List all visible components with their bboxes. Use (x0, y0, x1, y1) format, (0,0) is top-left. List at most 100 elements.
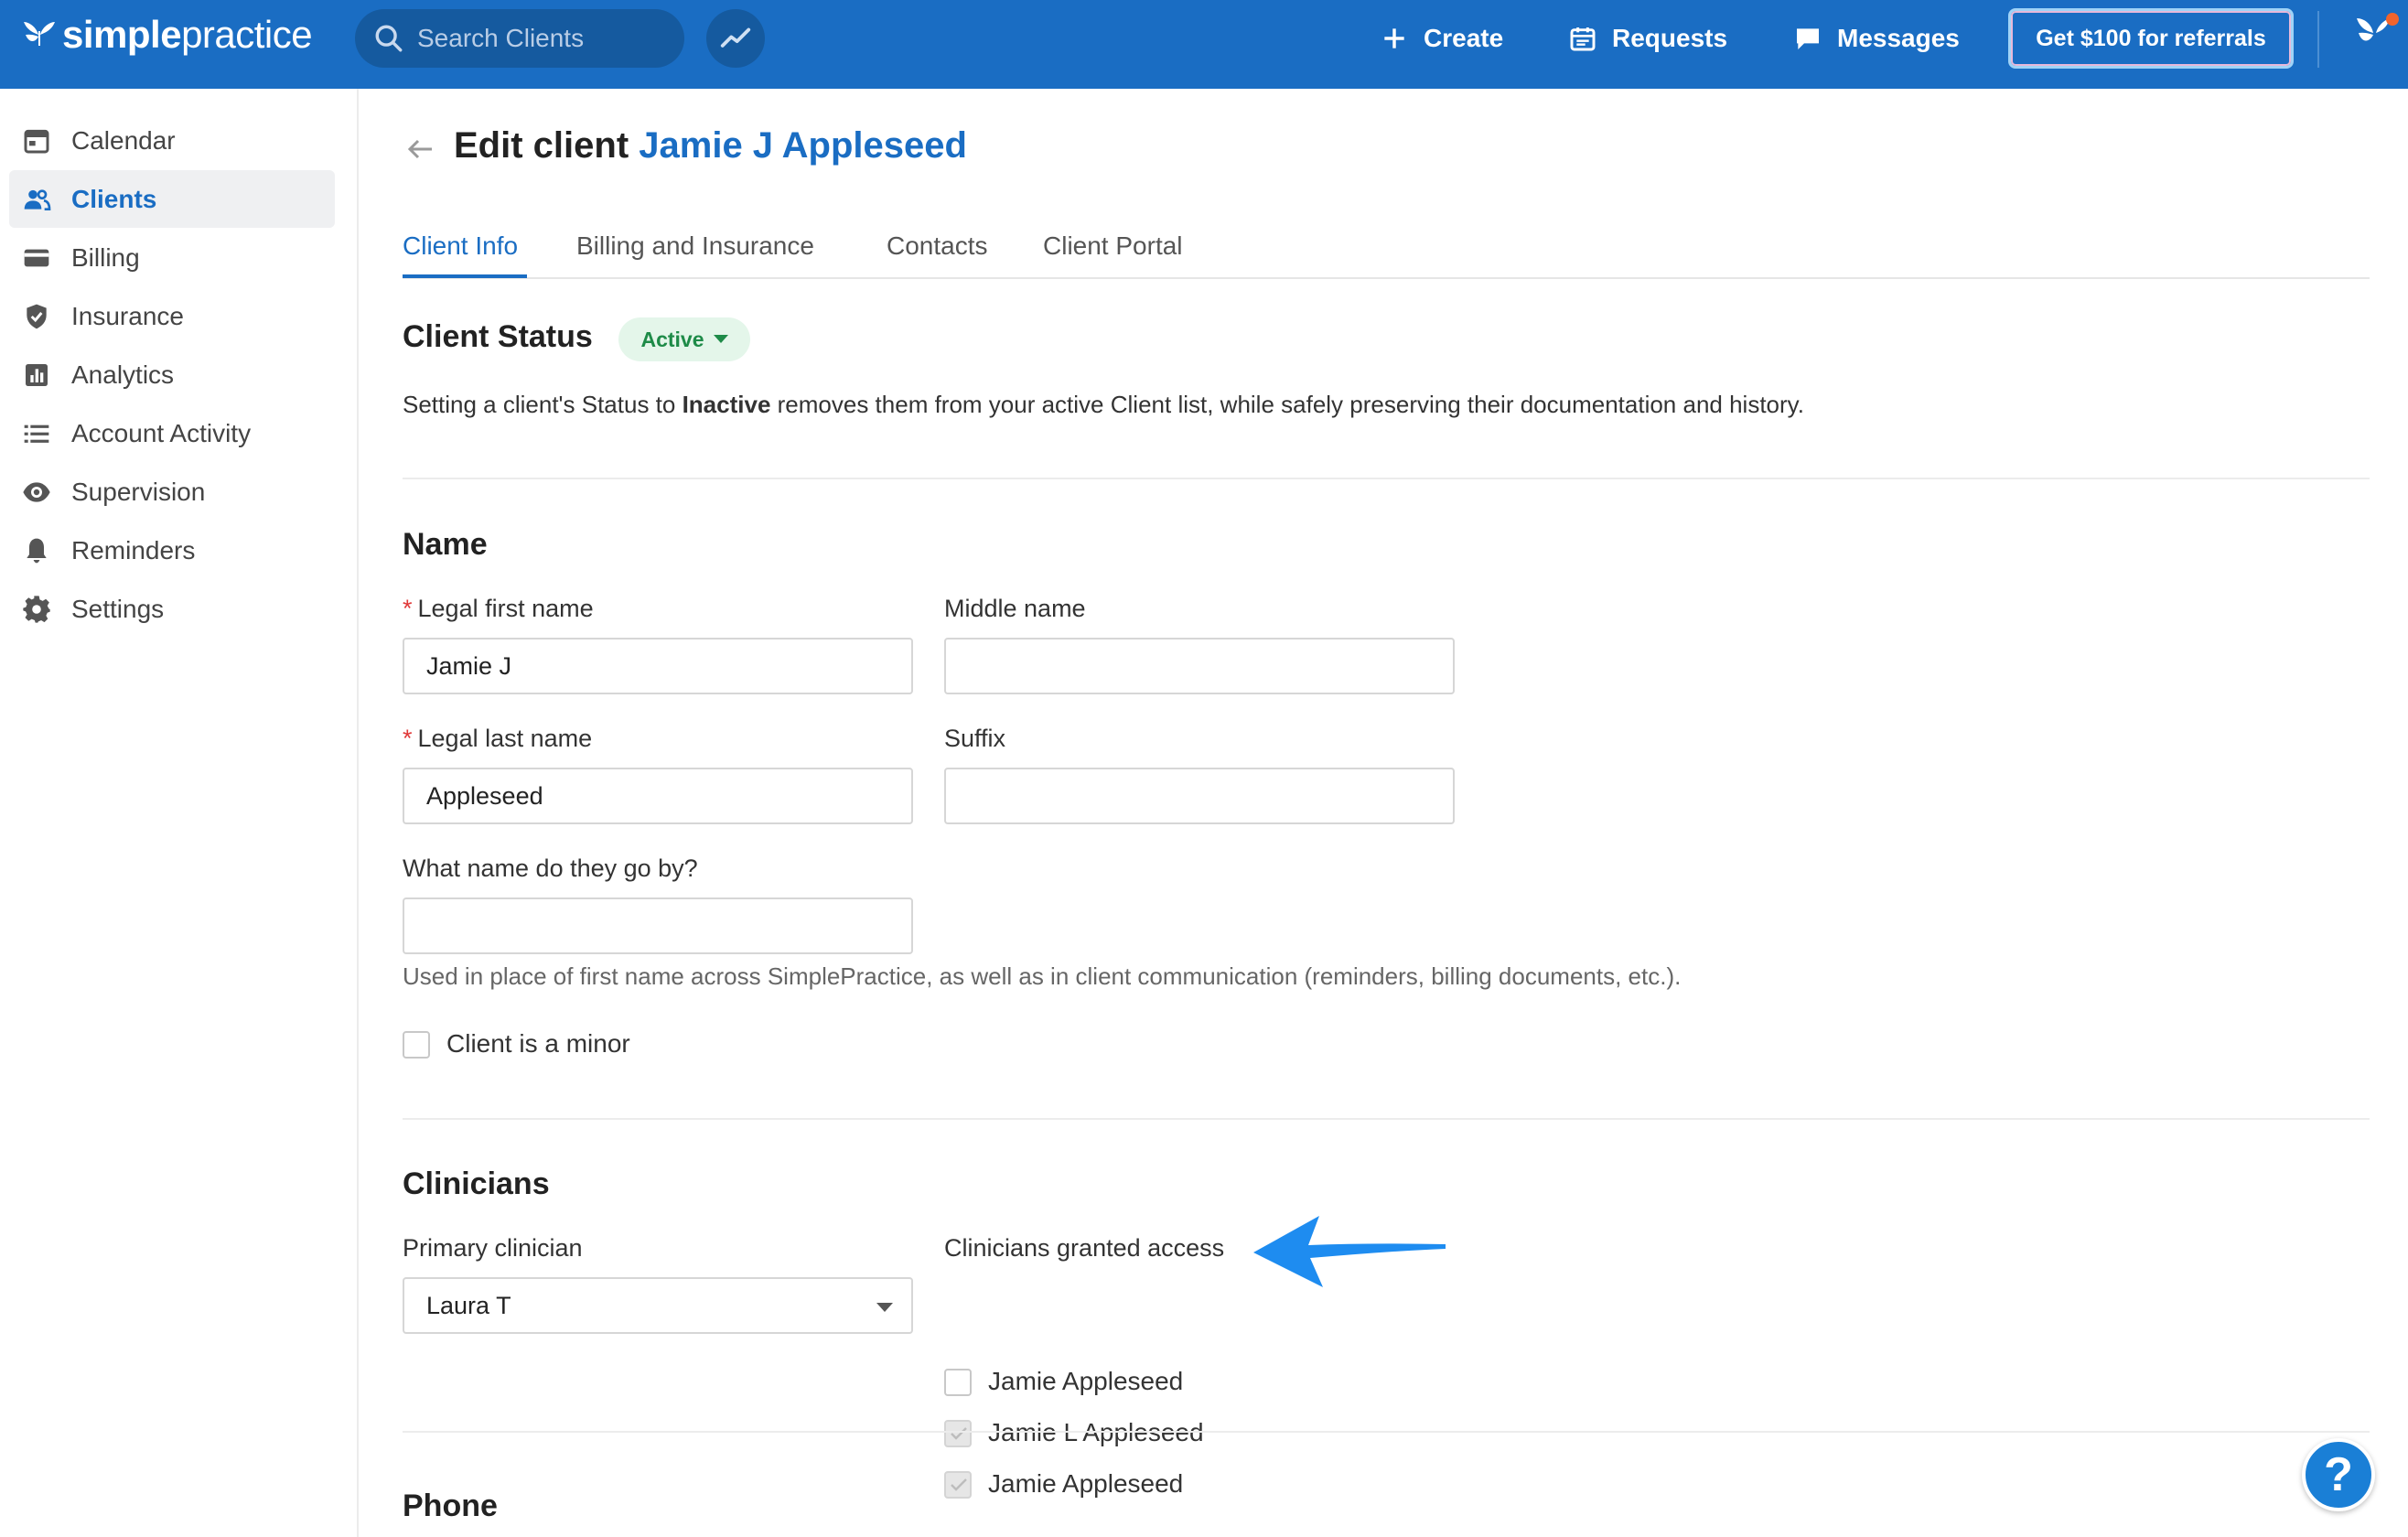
clinician-access-name[interactable]: Jamie Appleseed (988, 1469, 1183, 1499)
page-title: Edit client Jamie J Appleseed (454, 125, 967, 167)
analytics-shortcut-button[interactable] (706, 9, 765, 68)
trending-up-icon (720, 27, 751, 48)
topbar-divider (2317, 11, 2319, 68)
tab-billing-and-insurance[interactable]: Billing and Insurance (576, 231, 814, 261)
search-clients-input[interactable] (417, 24, 664, 53)
tab-label: Client Info (403, 231, 519, 260)
status-text-before: Setting a client's Status to (403, 391, 683, 418)
help-question-mark: ? (2324, 1448, 2353, 1501)
tab-label: Contacts (887, 231, 988, 260)
back-arrow-icon[interactable] (404, 133, 437, 166)
sidebar-item-analytics[interactable]: Analytics (9, 346, 335, 403)
sidebar-item-label: Supervision (71, 477, 206, 506)
sidebar-item-label: Clients (71, 184, 157, 213)
required-mark: * (403, 725, 413, 752)
sidebar-item-label: Insurance (71, 301, 184, 330)
caret-down-icon (876, 1303, 893, 1312)
client-status-heading: Client Status (403, 319, 593, 354)
status-text-after: removes them from your active Client lis… (770, 391, 1804, 418)
tab-client-portal[interactable]: Client Portal (1043, 231, 1183, 261)
top-navigation-bar: simplepractice Create Requests (0, 0, 2408, 89)
calendar-request-icon (1570, 27, 1596, 51)
last-name-label-text: Legal last name (417, 725, 593, 752)
primary-clinician-value: Laura T (426, 1291, 511, 1319)
clinician-access-checkbox[interactable] (944, 1420, 972, 1447)
preferred-name-help-text: Used in place of first name across Simpl… (403, 962, 1682, 990)
page-title-prefix: Edit client (454, 125, 629, 166)
clinicians-heading: Clinicians (403, 1166, 550, 1201)
phone-heading: Phone (403, 1489, 498, 1523)
messages-label: Messages (1837, 24, 1960, 52)
checkmark-icon (951, 1427, 967, 1440)
search-clients-box[interactable] (355, 9, 684, 68)
sidebar-item-label: Reminders (71, 535, 196, 564)
logo-text-bold: simple (62, 13, 182, 56)
clients-icon (24, 188, 51, 210)
status-dropdown[interactable]: Active (618, 317, 750, 361)
simplepractice-logo[interactable]: simplepractice (20, 13, 313, 57)
sidebar-item-label: Account Activity (71, 418, 252, 447)
primary-clinician-select[interactable]: Laura T (403, 1277, 913, 1334)
sidebar-item-clients[interactable]: Clients (9, 170, 335, 228)
clinician-access-checkbox[interactable] (944, 1471, 972, 1499)
section-divider (403, 478, 2370, 479)
required-mark: * (403, 595, 413, 622)
annotation-arrow-icon (1253, 1216, 1446, 1287)
client-is-minor-label[interactable]: Client is a minor (446, 1029, 630, 1059)
create-button[interactable]: Create (1380, 18, 1503, 59)
tab-client-info[interactable]: Client Info (403, 231, 518, 261)
page-title-client-name: Jamie J Appleseed (639, 125, 967, 166)
middle-name-label: Middle name (944, 595, 1086, 622)
sidebar-item-insurance[interactable]: Insurance (9, 287, 335, 345)
tab-contacts[interactable]: Contacts (887, 231, 988, 261)
primary-clinician-label: Primary clinician (403, 1234, 583, 1262)
sidebar-item-calendar[interactable]: Calendar (9, 112, 335, 169)
status-description: Setting a client's Status to Inactive re… (403, 391, 1804, 419)
suffix-input[interactable] (944, 768, 1455, 824)
chat-bubble-icon (1797, 28, 1819, 49)
clinician-access-name[interactable]: Jamie Appleseed (988, 1367, 1183, 1396)
requests-label: Requests (1612, 24, 1728, 52)
calendar-icon (24, 129, 49, 153)
messages-button[interactable]: Messages (1793, 18, 1960, 59)
tab-label: Client Portal (1043, 231, 1183, 260)
help-button[interactable]: ? (2302, 1438, 2375, 1511)
legal-first-name-input[interactable] (403, 638, 913, 694)
client-is-minor-checkbox[interactable] (403, 1031, 430, 1059)
clinician-access-name[interactable]: Jamie L Appleseed (988, 1418, 1204, 1447)
eye-icon (23, 481, 50, 502)
preferred-name-input[interactable] (403, 897, 913, 954)
first-name-label: * Legal first name (403, 595, 594, 623)
referral-label: Get $100 for referrals (2036, 25, 2266, 51)
sidebar-item-reminders[interactable]: Reminders (9, 521, 335, 579)
list-icon (24, 425, 49, 443)
referral-button[interactable]: Get $100 for referrals (2008, 8, 2294, 69)
clinician-access-checkbox[interactable] (944, 1369, 972, 1396)
client-tabs: Client Info Billing and Insurance Contac… (403, 222, 2370, 279)
sidebar-item-supervision[interactable]: Supervision (9, 463, 335, 521)
checkmark-icon (951, 1478, 967, 1491)
name-heading: Name (403, 527, 488, 562)
status-badge-label: Active (640, 327, 704, 351)
butterfly-logo-icon (24, 22, 55, 46)
requests-button[interactable]: Requests (1568, 18, 1727, 59)
logo-text-light: practice (181, 13, 313, 56)
insurance-shield-icon (27, 304, 47, 328)
sidebar-item-label: Settings (71, 594, 165, 623)
last-name-label: * Legal last name (403, 725, 592, 753)
notification-dot (2386, 13, 2399, 26)
create-label: Create (1424, 24, 1504, 52)
main-content: Edit client Jamie J Appleseed Client Inf… (359, 89, 2408, 1537)
search-icon (375, 25, 403, 52)
legal-last-name-input[interactable] (403, 768, 913, 824)
section-divider (403, 1431, 2370, 1433)
middle-name-input[interactable] (944, 638, 1455, 694)
sidebar-item-settings[interactable]: Settings (9, 580, 335, 638)
tab-label: Billing and Insurance (576, 231, 814, 260)
clinicians-access-label: Clinicians granted access (944, 1234, 1225, 1262)
section-divider (403, 1118, 2370, 1120)
sidebar-item-account-activity[interactable]: Account Activity (9, 404, 335, 462)
status-text-bold: Inactive (682, 391, 771, 418)
sidebar-item-billing[interactable]: Billing (9, 229, 335, 286)
active-tab-indicator (403, 274, 527, 278)
